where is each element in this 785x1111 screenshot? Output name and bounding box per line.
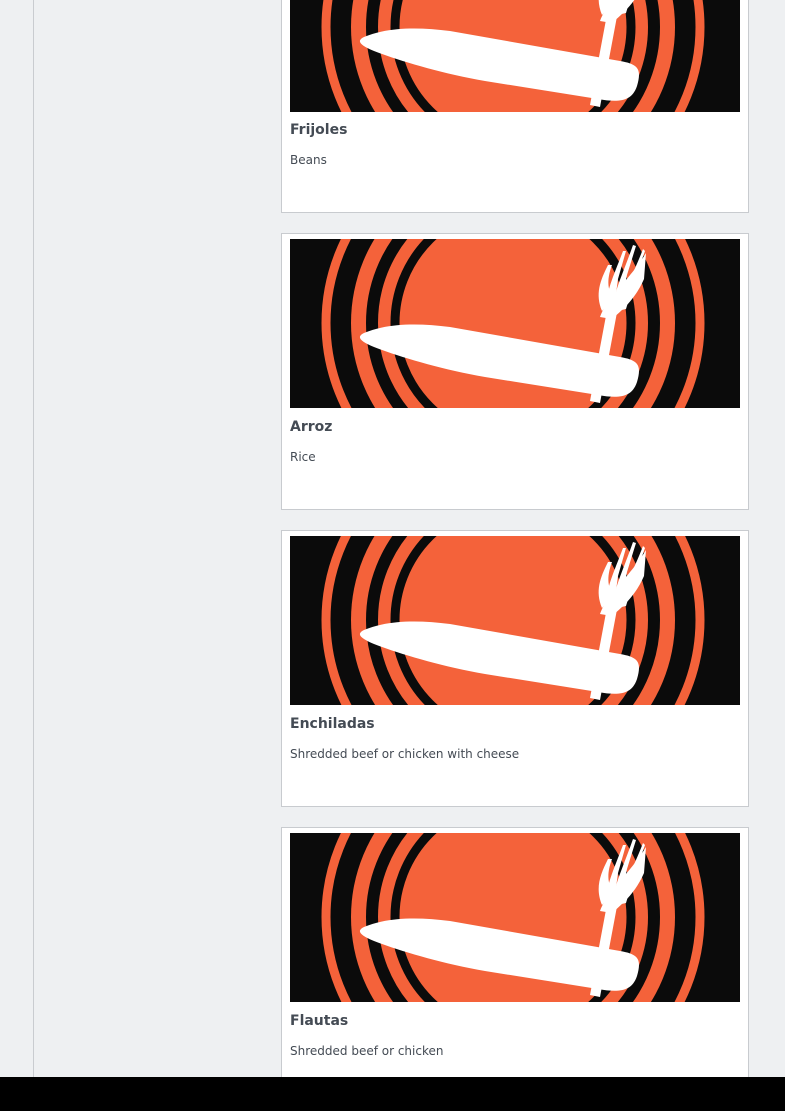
menu-item-title: Arroz [290, 419, 333, 435]
plate-fork-knife-icon [290, 833, 740, 1002]
plate-fork-knife-icon [290, 0, 740, 112]
menu-item-title: Frijoles [290, 122, 348, 138]
menu-item-description: Beans [290, 153, 327, 167]
plate-fork-knife-icon [290, 536, 740, 705]
menu-item-title: Flautas [290, 1013, 349, 1029]
menu-item-description: Shredded beef or chicken [290, 1044, 444, 1058]
sidebar-panel [33, 0, 275, 1077]
menu-item-title: Enchiladas [290, 716, 375, 732]
menu-item-card[interactable]: Arroz Rice [281, 233, 749, 510]
menu-item-description: Shredded beef or chicken with cheese [290, 747, 520, 761]
menu-item-card[interactable]: Enchiladas Shredded beef or chicken with… [281, 530, 749, 807]
menu-item-card[interactable]: Frijoles Beans [281, 0, 749, 213]
bottom-bar [0, 1077, 785, 1111]
menu-item-image [290, 0, 740, 112]
menu-item-image [290, 239, 740, 408]
menu-item-card[interactable]: Flautas Shredded beef or chicken [281, 827, 749, 1104]
menu-item-description: Rice [290, 450, 316, 464]
plate-fork-knife-icon [290, 239, 740, 408]
menu-item-image [290, 833, 740, 1002]
menu-item-image [290, 536, 740, 705]
